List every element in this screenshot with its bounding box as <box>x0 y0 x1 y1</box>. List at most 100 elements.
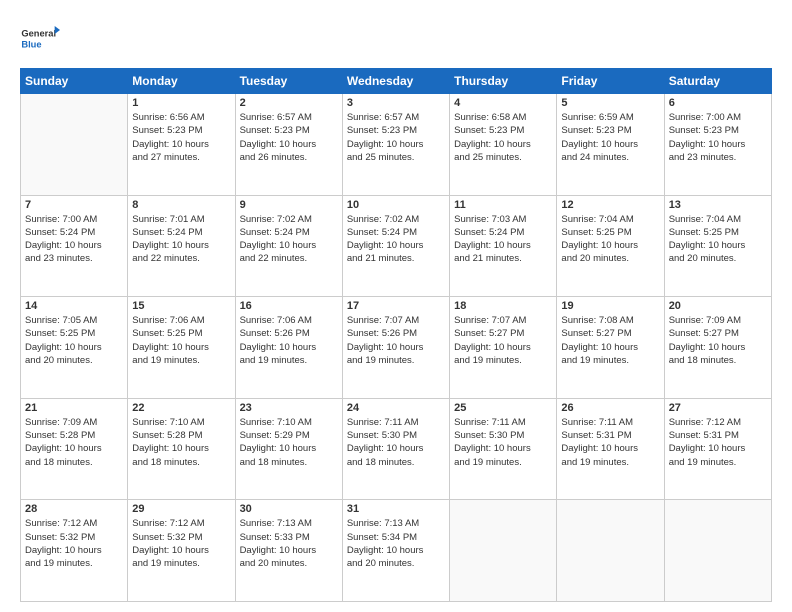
day-number: 2 <box>240 97 338 109</box>
day-number: 23 <box>240 402 338 414</box>
day-info: Sunrise: 7:11 AM Sunset: 5:30 PM Dayligh… <box>347 416 445 469</box>
svg-text:General: General <box>21 29 56 39</box>
calendar-cell: 9 Sunrise: 7:02 AM Sunset: 5:24 PM Daylig… <box>235 195 342 297</box>
calendar-week-row: 7 Sunrise: 7:00 AM Sunset: 5:24 PM Daylig… <box>21 195 772 297</box>
weekday-header: Friday <box>557 69 664 94</box>
day-number: 5 <box>561 97 659 109</box>
day-number: 8 <box>132 199 230 211</box>
day-number: 27 <box>669 402 767 414</box>
page: General Blue SundayMondayTuesdayWednesda… <box>0 0 792 612</box>
day-number: 1 <box>132 97 230 109</box>
day-info: Sunrise: 7:10 AM Sunset: 5:29 PM Dayligh… <box>240 416 338 469</box>
day-number: 21 <box>25 402 123 414</box>
day-number: 15 <box>132 300 230 312</box>
calendar-cell: 6Sunrise: 7:00 AM Sunset: 5:23 PM Daylig… <box>664 94 771 196</box>
calendar-cell: 14Sunrise: 7:05 AM Sunset: 5:25 PM Dayli… <box>21 297 128 399</box>
calendar-cell: 5 Sunrise: 6:59 AM Sunset: 5:23 PM Daylig… <box>557 94 664 196</box>
day-info: Sunrise: 7:02 AM Sunset: 5:24 PM Dayligh… <box>347 213 445 266</box>
calendar-cell: 26 Sunrise: 7:11 AM Sunset: 5:31 PM Dayli… <box>557 398 664 500</box>
day-info: Sunrise: 7:00 AM Sunset: 5:23 PM Dayligh… <box>669 111 767 164</box>
day-info: Sunrise: 7:04 AM Sunset: 5:25 PM Dayligh… <box>561 213 659 266</box>
calendar-cell: 12Sunrise: 7:04 AM Sunset: 5:25 PM Dayli… <box>557 195 664 297</box>
calendar-cell: 25 Sunrise: 7:11 AM Sunset: 5:30 PM Dayli… <box>450 398 557 500</box>
day-number: 19 <box>561 300 659 312</box>
calendar-cell: 31 Sunrise: 7:13 AM Sunset: 5:34 PM Dayli… <box>342 500 449 602</box>
calendar-cell: 23 Sunrise: 7:10 AM Sunset: 5:29 PM Dayli… <box>235 398 342 500</box>
day-info: Sunrise: 6:57 AM Sunset: 5:23 PM Dayligh… <box>240 111 338 164</box>
day-info: Sunrise: 7:05 AM Sunset: 5:25 PM Dayligh… <box>25 314 123 367</box>
day-number: 31 <box>347 503 445 515</box>
calendar-cell <box>557 500 664 602</box>
calendar-cell: 30Sunrise: 7:13 AM Sunset: 5:33 PM Dayli… <box>235 500 342 602</box>
calendar-table: SundayMondayTuesdayWednesdayThursdayFrid… <box>20 68 772 602</box>
day-info: Sunrise: 7:09 AM Sunset: 5:28 PM Dayligh… <box>25 416 123 469</box>
calendar-cell: 8 Sunrise: 7:01 AM Sunset: 5:24 PM Daylig… <box>128 195 235 297</box>
day-info: Sunrise: 7:03 AM Sunset: 5:24 PM Dayligh… <box>454 213 552 266</box>
weekday-header: Monday <box>128 69 235 94</box>
day-number: 11 <box>454 199 552 211</box>
calendar-cell: 13 Sunrise: 7:04 AM Sunset: 5:25 PM Dayli… <box>664 195 771 297</box>
day-info: Sunrise: 6:59 AM Sunset: 5:23 PM Dayligh… <box>561 111 659 164</box>
calendar-cell: 2 Sunrise: 6:57 AM Sunset: 5:23 PM Daylig… <box>235 94 342 196</box>
calendar-week-row: 14Sunrise: 7:05 AM Sunset: 5:25 PM Dayli… <box>21 297 772 399</box>
day-info: Sunrise: 7:07 AM Sunset: 5:27 PM Dayligh… <box>454 314 552 367</box>
calendar-cell: 24 Sunrise: 7:11 AM Sunset: 5:30 PM Dayli… <box>342 398 449 500</box>
calendar-cell: 1Sunrise: 6:56 AM Sunset: 5:23 PM Daylig… <box>128 94 235 196</box>
day-info: Sunrise: 7:01 AM Sunset: 5:24 PM Dayligh… <box>132 213 230 266</box>
calendar-week-row: 21 Sunrise: 7:09 AM Sunset: 5:28 PM Dayli… <box>21 398 772 500</box>
day-number: 7 <box>25 199 123 211</box>
calendar-week-row: 1Sunrise: 6:56 AM Sunset: 5:23 PM Daylig… <box>21 94 772 196</box>
day-number: 20 <box>669 300 767 312</box>
day-number: 13 <box>669 199 767 211</box>
day-info: Sunrise: 7:08 AM Sunset: 5:27 PM Dayligh… <box>561 314 659 367</box>
calendar-cell <box>450 500 557 602</box>
day-number: 4 <box>454 97 552 109</box>
calendar-cell: 29Sunrise: 7:12 AM Sunset: 5:32 PM Dayli… <box>128 500 235 602</box>
day-number: 17 <box>347 300 445 312</box>
calendar-cell <box>664 500 771 602</box>
day-number: 22 <box>132 402 230 414</box>
calendar-cell: 17 Sunrise: 7:07 AM Sunset: 5:26 PM Dayli… <box>342 297 449 399</box>
day-info: Sunrise: 7:09 AM Sunset: 5:27 PM Dayligh… <box>669 314 767 367</box>
calendar-cell: 4 Sunrise: 6:58 AM Sunset: 5:23 PM Daylig… <box>450 94 557 196</box>
calendar-cell: 18 Sunrise: 7:07 AM Sunset: 5:27 PM Dayli… <box>450 297 557 399</box>
day-info: Sunrise: 7:12 AM Sunset: 5:31 PM Dayligh… <box>669 416 767 469</box>
day-number: 18 <box>454 300 552 312</box>
calendar-cell: 20 Sunrise: 7:09 AM Sunset: 5:27 PM Dayli… <box>664 297 771 399</box>
day-info: Sunrise: 6:58 AM Sunset: 5:23 PM Dayligh… <box>454 111 552 164</box>
weekday-header: Wednesday <box>342 69 449 94</box>
day-number: 9 <box>240 199 338 211</box>
day-info: Sunrise: 7:11 AM Sunset: 5:31 PM Dayligh… <box>561 416 659 469</box>
day-info: Sunrise: 7:02 AM Sunset: 5:24 PM Dayligh… <box>240 213 338 266</box>
day-info: Sunrise: 7:06 AM Sunset: 5:25 PM Dayligh… <box>132 314 230 367</box>
day-number: 26 <box>561 402 659 414</box>
day-info: Sunrise: 7:13 AM Sunset: 5:34 PM Dayligh… <box>347 517 445 570</box>
svg-text:Blue: Blue <box>21 39 41 49</box>
calendar-cell: 10 Sunrise: 7:02 AM Sunset: 5:24 PM Dayli… <box>342 195 449 297</box>
calendar-cell: 27 Sunrise: 7:12 AM Sunset: 5:31 PM Dayli… <box>664 398 771 500</box>
calendar-cell: 19 Sunrise: 7:08 AM Sunset: 5:27 PM Dayli… <box>557 297 664 399</box>
calendar-cell: 21 Sunrise: 7:09 AM Sunset: 5:28 PM Dayli… <box>21 398 128 500</box>
day-info: Sunrise: 7:10 AM Sunset: 5:28 PM Dayligh… <box>132 416 230 469</box>
calendar-cell: 16Sunrise: 7:06 AM Sunset: 5:26 PM Dayli… <box>235 297 342 399</box>
header-row: SundayMondayTuesdayWednesdayThursdayFrid… <box>21 69 772 94</box>
header: General Blue <box>20 18 772 58</box>
weekday-header: Sunday <box>21 69 128 94</box>
day-number: 29 <box>132 503 230 515</box>
calendar-cell: 22 Sunrise: 7:10 AM Sunset: 5:28 PM Dayli… <box>128 398 235 500</box>
day-info: Sunrise: 7:13 AM Sunset: 5:33 PM Dayligh… <box>240 517 338 570</box>
day-info: Sunrise: 7:00 AM Sunset: 5:24 PM Dayligh… <box>25 213 123 266</box>
day-info: Sunrise: 6:57 AM Sunset: 5:23 PM Dayligh… <box>347 111 445 164</box>
calendar-cell: 7 Sunrise: 7:00 AM Sunset: 5:24 PM Daylig… <box>21 195 128 297</box>
day-info: Sunrise: 7:11 AM Sunset: 5:30 PM Dayligh… <box>454 416 552 469</box>
day-number: 25 <box>454 402 552 414</box>
weekday-header: Tuesday <box>235 69 342 94</box>
day-info: Sunrise: 7:04 AM Sunset: 5:25 PM Dayligh… <box>669 213 767 266</box>
weekday-header: Thursday <box>450 69 557 94</box>
weekday-header: Saturday <box>664 69 771 94</box>
day-number: 16 <box>240 300 338 312</box>
day-info: Sunrise: 7:07 AM Sunset: 5:26 PM Dayligh… <box>347 314 445 367</box>
day-number: 24 <box>347 402 445 414</box>
day-number: 10 <box>347 199 445 211</box>
logo-svg: General Blue <box>20 18 60 58</box>
